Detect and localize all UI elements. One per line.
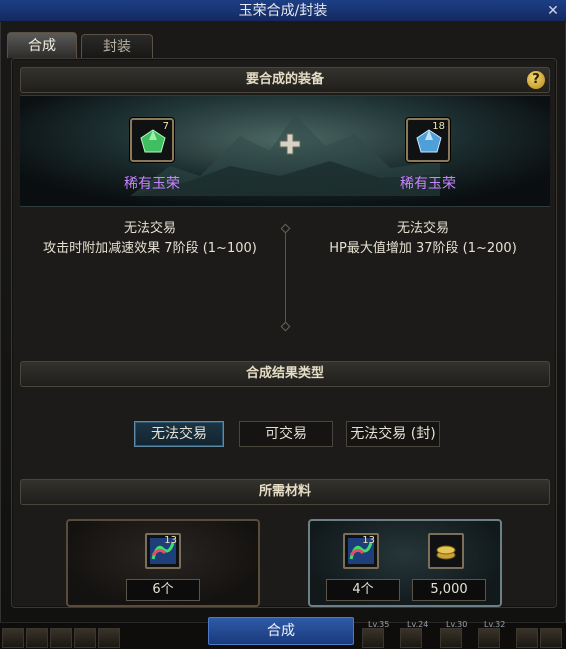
section-materials-title: 所需材料 (258, 484, 311, 499)
hotbar-icon-5[interactable] (98, 628, 120, 648)
item-2-description: 无法交易 HP最大值增加 37阶段 (1~200) (296, 219, 550, 259)
material-slot-right[interactable]: 13 (343, 533, 379, 569)
synthesis-window: 合成 封装 要合成的装备 ? 7 18 稀有玉荣 稀有玉荣 无法交易 攻击时附加… (0, 22, 566, 622)
item-1-description: 无法交易 攻击时附加减速效果 7阶段 (1~100) (20, 219, 280, 259)
item-1-trade: 无法交易 (123, 221, 176, 236)
item-2-effect: HP最大值增加 37阶段 (1~200) (329, 241, 517, 256)
material-box-left: 13 6个 (66, 519, 260, 607)
tab-seal[interactable]: 封装 (81, 34, 153, 58)
item-slot-1[interactable]: 7 (130, 118, 174, 162)
hotbar-icon-8[interactable] (440, 628, 462, 648)
section-result-header: 合成结果类型 (20, 361, 550, 387)
option-untradable[interactable]: 无法交易 (134, 421, 224, 447)
hotbar-level-2: Lv.24 (407, 620, 429, 629)
section-equip-header: 要合成的装备 ? (20, 67, 550, 93)
material-left-count: 13 (164, 535, 177, 546)
section-result-title: 合成结果类型 (245, 366, 324, 381)
craft-button[interactable]: 合成 (208, 617, 354, 645)
item-slot-2[interactable]: 18 (406, 118, 450, 162)
section-materials-header: 所需材料 (20, 479, 550, 505)
hotbar-level-1: Lv.35 (368, 620, 390, 629)
gold-amount: 5,000 (412, 579, 486, 601)
hotbar-icon-4[interactable] (74, 628, 96, 648)
plus-icon (279, 133, 301, 155)
hotbar-icon-9[interactable] (478, 628, 500, 648)
tab-synthesis[interactable]: 合成 (7, 32, 77, 58)
gold-coin-icon (436, 545, 456, 560)
hotbar-icon-3[interactable] (50, 628, 72, 648)
hotbar-level-3: Lv.30 (446, 620, 468, 629)
window-title-bar: 玉荣合成/封装 ✕ (0, 0, 566, 22)
material-slot-left[interactable]: 13 (145, 533, 181, 569)
section-equip-title: 要合成的装备 (245, 72, 324, 87)
divider-bottom-dot (280, 321, 291, 332)
synthesis-panel: 要合成的装备 ? 7 18 稀有玉荣 稀有玉荣 无法交易 攻击时附加减速效果 7… (11, 58, 557, 608)
close-icon[interactable]: ✕ (546, 0, 560, 22)
material-box-right: 13 4个 5,000 (308, 519, 502, 607)
option-tradable[interactable]: 可交易 (239, 421, 333, 447)
item-2-count: 18 (432, 121, 445, 132)
item-1-name: 稀有玉荣 (124, 176, 180, 192)
hotbar-icon-1[interactable] (2, 628, 24, 648)
hotbar-level-4: Lv.32 (484, 620, 506, 629)
equip-scene: 7 18 稀有玉荣 稀有玉荣 (20, 95, 550, 207)
window-title: 玉荣合成/封装 (238, 3, 328, 19)
item-2-trade: 无法交易 (396, 221, 449, 236)
item-2-name: 稀有玉荣 (400, 176, 456, 192)
material-right-qty: 4个 (326, 579, 400, 601)
item-1-count: 7 (162, 121, 169, 132)
divider-top-dot (280, 223, 291, 234)
material-right-count: 13 (362, 535, 375, 546)
help-icon[interactable]: ? (527, 71, 545, 89)
gold-slot[interactable] (428, 533, 464, 569)
item-1-effect: 攻击时附加减速效果 7阶段 (1~100) (43, 241, 257, 256)
hotbar-icon-7[interactable] (400, 628, 422, 648)
description-divider (285, 229, 286, 325)
hotbar-icon-2[interactable] (26, 628, 48, 648)
hotbar-icon-10[interactable] (516, 628, 538, 648)
material-left-qty: 6个 (126, 579, 200, 601)
option-untradable-sealed[interactable]: 无法交易 (封) (346, 421, 440, 447)
hotbar-icon-6[interactable] (362, 628, 384, 648)
hotbar-icon-11[interactable] (540, 628, 562, 648)
